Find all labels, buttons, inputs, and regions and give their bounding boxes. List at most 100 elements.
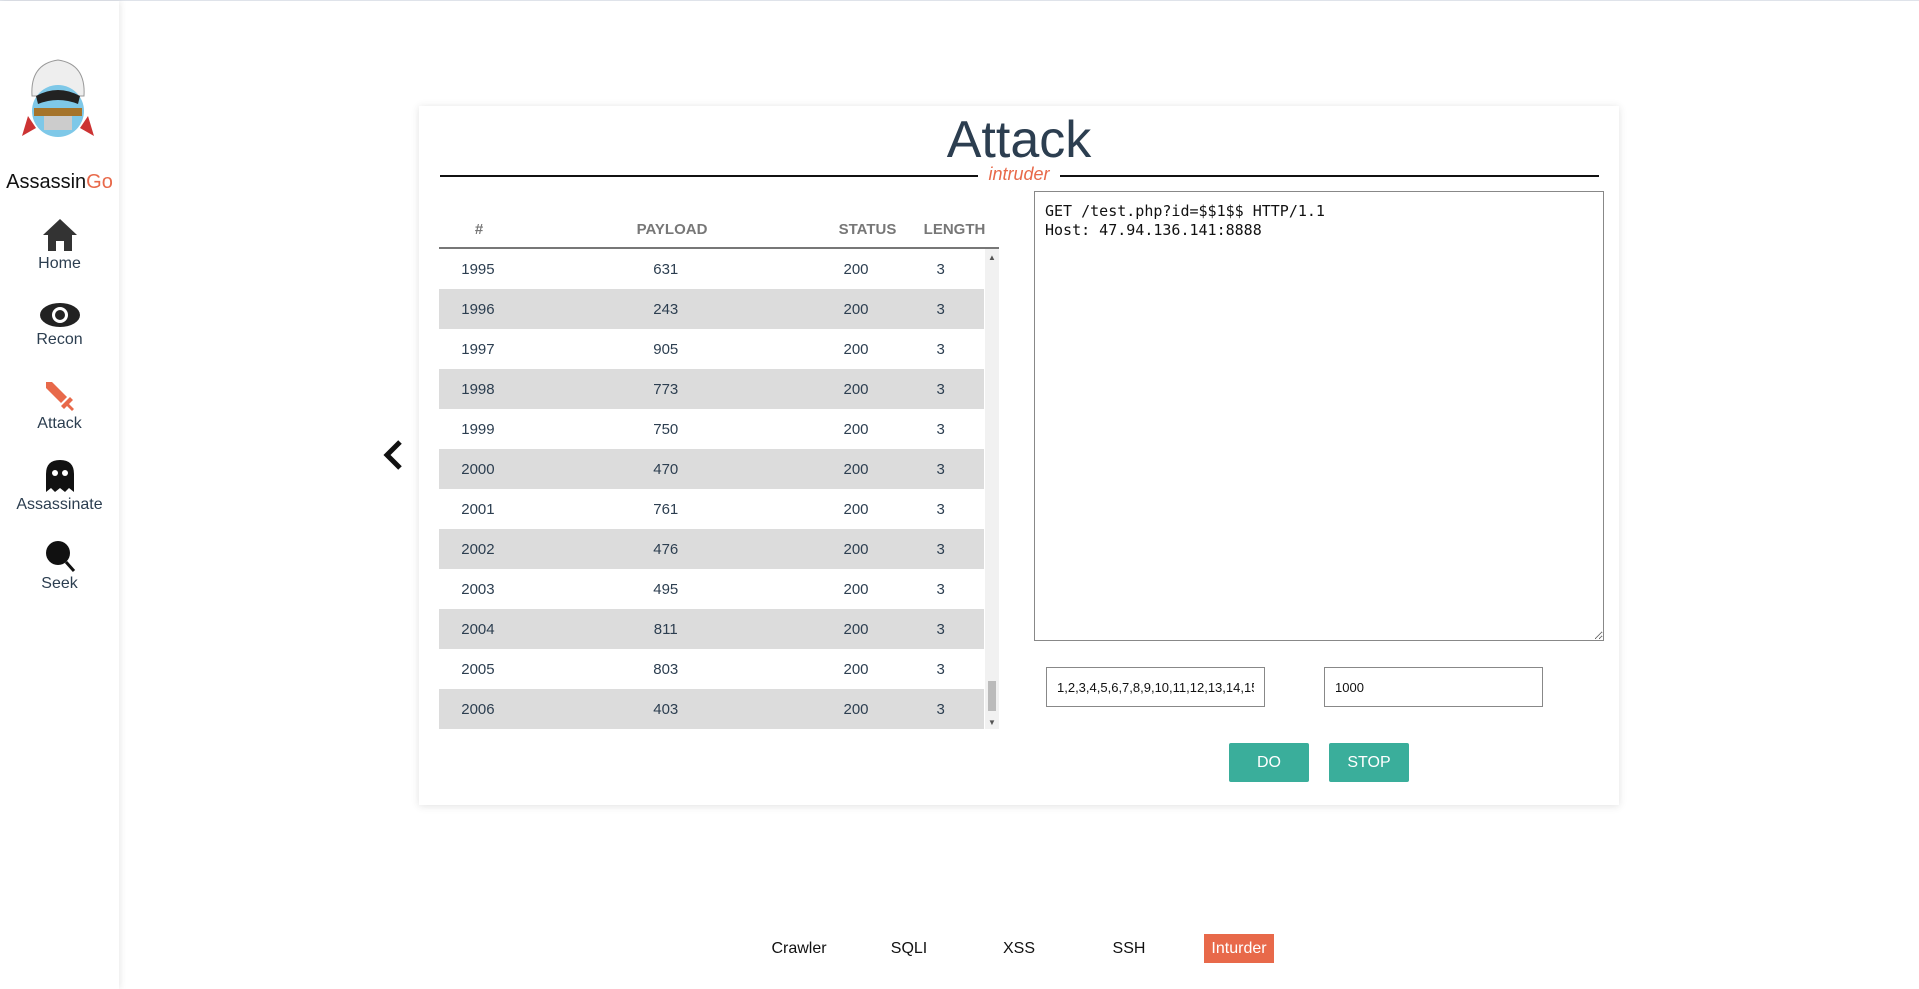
table-cell: 200 <box>843 580 869 598</box>
table-cell: 3 <box>936 660 945 678</box>
sword-icon <box>45 382 74 411</box>
brand-name: AssassinGo <box>6 171 113 193</box>
table-row: 2004 811 200 3 <box>439 609 984 649</box>
column-header: STATUS <box>838 220 897 238</box>
table-cell: 761 <box>653 500 679 518</box>
table-row: 1998 773 200 3 <box>439 369 984 409</box>
bottom-nav-crawler[interactable]: Crawler <box>754 934 844 963</box>
table-cell: 2003 <box>461 580 495 598</box>
table-cell: 750 <box>653 420 679 438</box>
column-header: LENGTH <box>923 220 986 238</box>
eye-icon <box>39 303 80 327</box>
threads-input[interactable] <box>1324 667 1543 707</box>
scroll-down-icon[interactable]: ▼ <box>985 718 999 727</box>
table-cell: 3 <box>936 700 945 718</box>
table-cell: 1996 <box>461 300 495 318</box>
table-row: 1999 750 200 3 <box>439 409 984 449</box>
table-cell: 1997 <box>461 340 495 358</box>
table-row: 2000 470 200 3 <box>439 449 984 489</box>
table-cell: 2005 <box>461 660 495 678</box>
table-cell: 200 <box>843 460 869 478</box>
table-cell: 1998 <box>461 380 495 398</box>
table-row: 1996 243 200 3 <box>439 289 984 329</box>
table-cell: 200 <box>843 500 869 518</box>
table-row: 1997 905 200 3 <box>439 329 984 369</box>
table-header: # PAYLOAD STATUS LENGTH <box>439 211 999 249</box>
sidebar-item-label: Assassinate <box>16 496 103 513</box>
scrollbar[interactable]: ▲ ▼ <box>985 249 999 729</box>
ghost-icon <box>45 460 74 492</box>
sidebar-item-label: Seek <box>41 575 78 592</box>
table-cell: 1999 <box>461 420 495 438</box>
table-cell: 2004 <box>461 620 495 638</box>
scrollbar-thumb[interactable] <box>988 681 996 711</box>
table-cell: 200 <box>843 660 869 678</box>
table-cell: 200 <box>843 340 869 358</box>
page-subtitle: intruder <box>978 164 1060 184</box>
table-row: 2006 403 200 3 <box>439 689 984 729</box>
table-cell: 3 <box>936 460 945 478</box>
table-cell: 476 <box>653 540 679 558</box>
stop-button[interactable]: STOP <box>1329 743 1409 782</box>
table-cell: 403 <box>653 700 679 718</box>
sidebar-item-seek[interactable]: Seek <box>0 539 119 593</box>
sidebar-item-home[interactable]: Home <box>0 217 119 273</box>
table-cell: 495 <box>653 580 679 598</box>
sidebar-item-label: Home <box>38 255 81 272</box>
sidebar-item-attack[interactable]: Attack <box>0 379 119 433</box>
bottom-nav-intruder[interactable]: Inturder <box>1204 934 1274 963</box>
chevron-left-icon[interactable] <box>380 439 406 471</box>
table-cell: 905 <box>653 340 679 358</box>
table-cell: 3 <box>936 420 945 438</box>
table-cell: 3 <box>936 380 945 398</box>
table-row: 2002 476 200 3 <box>439 529 984 569</box>
table-cell: 3 <box>936 500 945 518</box>
table-cell: 200 <box>843 620 869 638</box>
scroll-up-icon[interactable]: ▲ <box>985 253 999 262</box>
table-cell: 2002 <box>461 540 495 558</box>
table-cell: 3 <box>936 300 945 318</box>
table-cell: 773 <box>653 380 679 398</box>
table-cell: 200 <box>843 700 869 718</box>
table-cell: 200 <box>843 420 869 438</box>
table-row: 2001 761 200 3 <box>439 489 984 529</box>
home-icon <box>42 219 77 251</box>
sidebar-item-assassinate[interactable]: Assassinate <box>0 458 119 514</box>
table-cell: 3 <box>936 580 945 598</box>
sidebar-item-label: Attack <box>37 415 82 432</box>
request-textarea[interactable]: GET /test.php?id=$$1$$ HTTP/1.1 Host: 47… <box>1034 191 1604 641</box>
table-cell: 811 <box>653 620 678 638</box>
bottom-nav-sqli[interactable]: SQLI <box>864 934 954 963</box>
table-row: 2005 803 200 3 <box>439 649 984 689</box>
bottom-nav-xss[interactable]: XSS <box>974 934 1064 963</box>
table-cell: 2006 <box>461 700 495 718</box>
table-cell: 803 <box>653 660 679 678</box>
search-icon <box>45 541 75 572</box>
table-body: 1995 631 200 3 1996 243 200 3 1997 905 200 3 1998 773… <box>439 249 999 729</box>
table-row: 2003 495 200 3 <box>439 569 984 609</box>
table-cell: 3 <box>936 260 945 278</box>
table-cell: 3 <box>936 540 945 558</box>
page-title: Attack <box>946 111 1092 169</box>
column-header: PAYLOAD <box>636 220 708 238</box>
payloads-input[interactable] <box>1046 667 1265 707</box>
assassingo-logo <box>22 59 94 137</box>
table-cell: 2001 <box>461 500 495 518</box>
sidebar-item-label: Recon <box>36 331 83 348</box>
table-cell: 631 <box>653 260 679 278</box>
table-cell: 200 <box>843 260 869 278</box>
bottom-nav-ssh[interactable]: SSH <box>1084 934 1174 963</box>
table-cell: 2000 <box>461 460 495 478</box>
table-cell: 470 <box>653 460 679 478</box>
table-row: 1995 631 200 3 <box>439 249 984 289</box>
table-cell: 200 <box>843 540 869 558</box>
table-cell: 3 <box>936 620 945 638</box>
do-button[interactable]: DO <box>1229 743 1309 782</box>
column-header: # <box>474 220 484 238</box>
table-cell: 200 <box>843 300 869 318</box>
table-cell: 200 <box>843 380 869 398</box>
table-cell: 1995 <box>461 260 495 278</box>
table-cell: 243 <box>653 300 679 318</box>
table-cell: 3 <box>936 340 945 358</box>
sidebar-item-recon[interactable]: Recon <box>0 301 119 349</box>
